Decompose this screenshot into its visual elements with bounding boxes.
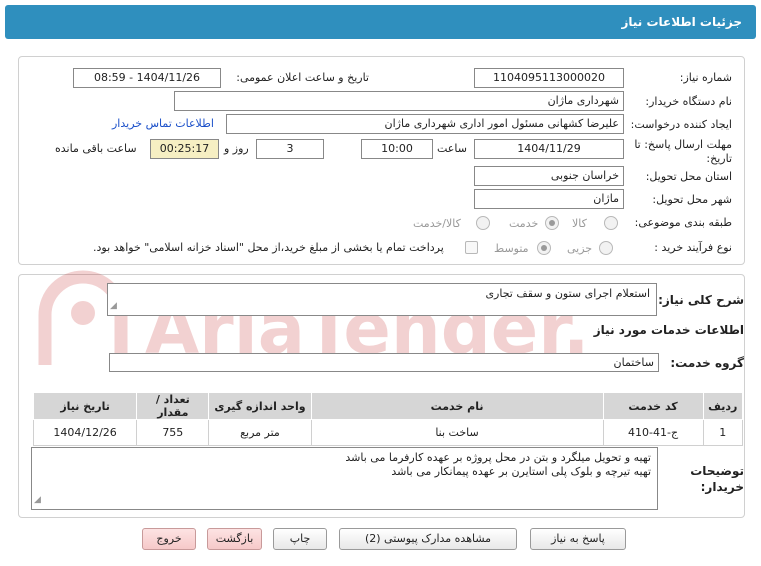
announce-datetime-label: تاریخ و ساعت اعلان عمومی:: [236, 71, 369, 84]
table-header-row: ردیف کد خدمت نام خدمت واحد اندازه گیری ت…: [32, 392, 744, 420]
cell-unit: متر مربع: [208, 419, 312, 446]
buyer-notes-line1: تهیه و تحویل میلگرد و بتن در محل پروژه ب…: [345, 451, 651, 464]
province-field[interactable]: خراسان جنوبی: [474, 166, 624, 186]
category-radio-service[interactable]: [545, 216, 559, 230]
service-group-field[interactable]: ساختمان: [109, 353, 659, 372]
buyer-notes-label-line1: توضیحات: [690, 464, 744, 478]
resize-grip-icon[interactable]: ◢: [34, 493, 41, 507]
deadline-time-label: ساعت: [437, 142, 467, 155]
col-header-service-name: نام خدمت: [310, 392, 604, 420]
requester-label: ایجاد کننده درخواست:: [630, 118, 732, 131]
need-number-label: شماره نیاز:: [679, 71, 732, 84]
col-header-row-number: ردیف: [702, 392, 744, 420]
cell-quantity: 755: [136, 419, 210, 446]
cell-row-number: 1: [702, 419, 744, 446]
deadline-date-field[interactable]: 1404/11/29: [474, 139, 624, 159]
buyer-notes-label: توضیحات خریدار:: [690, 463, 744, 495]
table-row: 1 ج-41-410 ساخت بنا متر مربع 755 1404/12…: [32, 419, 744, 446]
process-option-medium: متوسط: [494, 242, 529, 255]
col-header-need-date: تاریخ نیاز: [32, 392, 138, 420]
col-header-service-code: کد خدمت: [602, 392, 704, 420]
view-attachments-button[interactable]: مشاهده مدارک پیوستی (2): [339, 528, 517, 550]
treasury-checkbox[interactable]: [465, 241, 478, 254]
reply-button[interactable]: پاسخ به نیاز: [530, 528, 626, 550]
buyer-org-label: نام دستگاه خریدار:: [645, 95, 732, 108]
exit-button[interactable]: خروج: [142, 528, 196, 550]
process-option-minor: جزیی: [567, 242, 593, 255]
service-group-label: گروه خدمت:: [670, 356, 744, 370]
page-header: جزئیات اطلاعات نیاز: [5, 5, 756, 39]
buyer-notes-label-line2: خریدار:: [700, 480, 744, 494]
cell-service-name: ساخت بنا: [310, 419, 604, 446]
buyer-notes-field[interactable]: تهیه و تحویل میلگرد و بتن در محل پروژه ب…: [31, 447, 658, 510]
category-label: طبقه بندی موضوعی:: [634, 216, 732, 229]
need-number-field[interactable]: 1104095113000020: [474, 68, 624, 88]
treasury-payment-note: پرداخت تمام یا بخشی از مبلغ خرید،از محل …: [93, 241, 444, 254]
page-title: جزئیات اطلاعات نیاز: [621, 15, 742, 29]
deadline-label: مهلت ارسال پاسخ: تا تاریخ:: [634, 138, 732, 165]
col-header-unit: واحد اندازه گیری: [208, 392, 312, 420]
buyer-org-field[interactable]: شهرداری ماژان: [174, 91, 624, 111]
category-radio-goods-service[interactable]: [476, 216, 490, 230]
back-button[interactable]: بازگشت: [207, 528, 262, 550]
requester-field[interactable]: علیرضا کشهانی مسئول امور اداری شهرداری م…: [226, 114, 624, 134]
print-button[interactable]: چاپ: [273, 528, 327, 550]
announce-datetime-field[interactable]: 1404/11/26 - 08:59: [73, 68, 221, 88]
description-label: شرح کلی نیاز:: [658, 293, 744, 307]
cell-service-code: ج-41-410: [602, 419, 704, 446]
deadline-days-field[interactable]: 3: [256, 139, 324, 159]
buyer-notes-line2: تهیه تیرچه و بلوک پلی استایرن بر عهده پی…: [391, 465, 651, 478]
deadline-days-label: روز و: [224, 142, 249, 155]
city-field[interactable]: ماژان: [474, 189, 624, 209]
services-section-title: اطلاعات خدمات مورد نیاز: [593, 323, 744, 337]
category-option-service: خدمت: [509, 217, 539, 230]
description-field[interactable]: استعلام اجرای ستون و سقف تجاری ◢: [107, 283, 657, 316]
deadline-time-field[interactable]: 10:00: [361, 139, 433, 159]
buyer-contact-link[interactable]: اطلاعات تماس خریدار: [112, 117, 214, 130]
province-label: استان محل تحویل:: [645, 170, 732, 183]
resize-grip-icon[interactable]: ◢: [110, 299, 117, 313]
category-radio-goods[interactable]: [604, 216, 618, 230]
col-header-quantity: تعداد / مقدار: [136, 392, 210, 420]
process-radio-medium[interactable]: [537, 241, 551, 255]
process-label: نوع فرآیند خرید :: [654, 241, 732, 254]
category-option-goods: کالا: [572, 217, 587, 230]
remaining-time-field: 00:25:17: [150, 139, 219, 159]
remaining-time-label: ساعت باقی مانده: [55, 142, 137, 155]
process-radio-minor[interactable]: [599, 241, 613, 255]
city-label: شهر محل تحویل:: [652, 193, 732, 206]
description-text: استعلام اجرای ستون و سقف تجاری: [485, 287, 650, 300]
category-option-goods-service: کالا/خدمت: [413, 217, 461, 230]
cell-need-date: 1404/12/26: [32, 419, 138, 446]
services-table: ردیف کد خدمت نام خدمت واحد اندازه گیری ت…: [32, 392, 744, 446]
